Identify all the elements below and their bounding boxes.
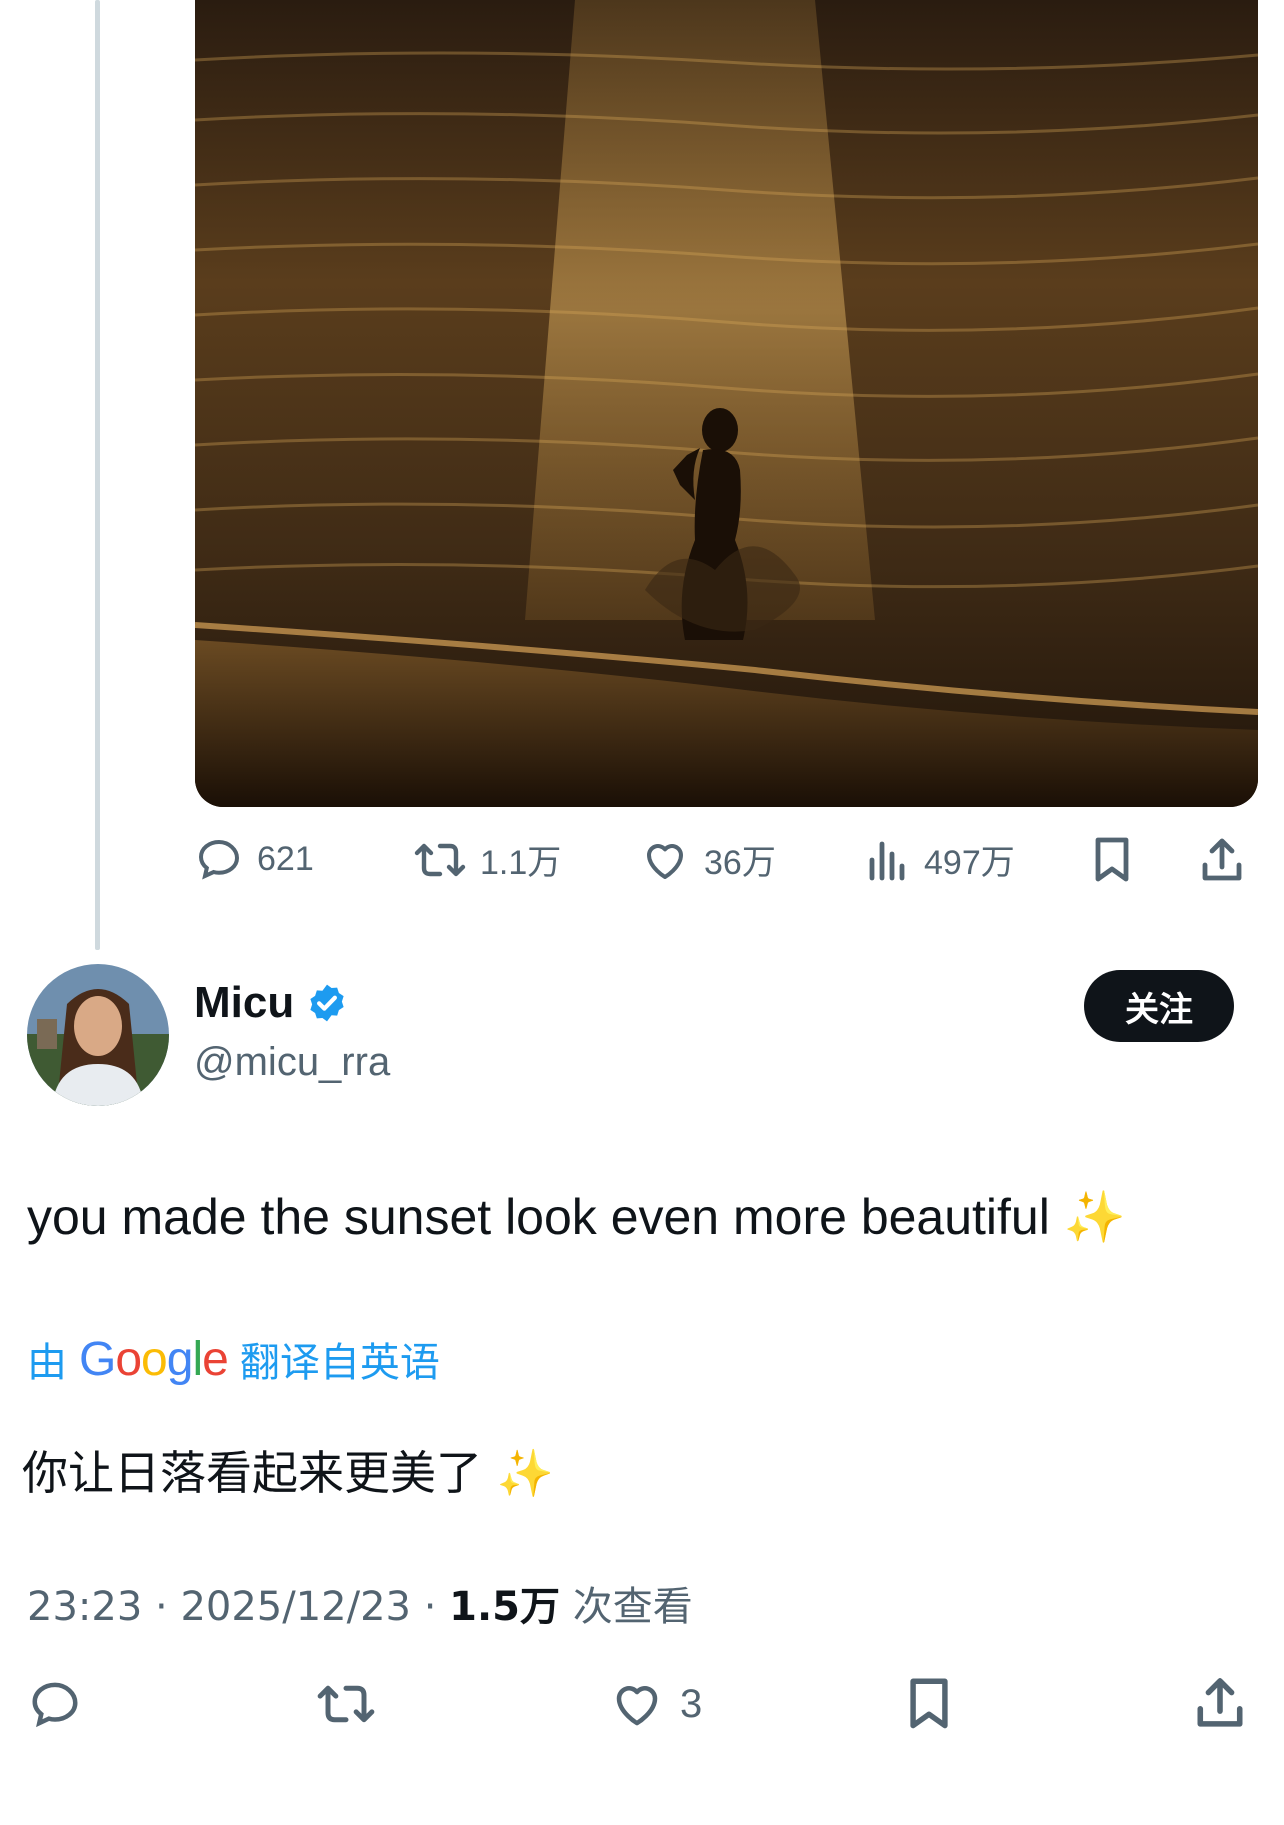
follow-button[interactable]: 关注 xyxy=(1084,970,1234,1042)
thread-connector-line xyxy=(95,0,100,950)
retweet-count: 1.1万 xyxy=(480,844,562,882)
share-icon xyxy=(1197,1678,1243,1727)
tweet-text: you made the sunset look even more beaut… xyxy=(27,1188,1126,1247)
tweet-views-count: 1.5万 xyxy=(449,1584,560,1630)
like-count: 36万 xyxy=(704,844,776,882)
bookmark-icon xyxy=(910,1678,948,1729)
avatar[interactable] xyxy=(27,964,169,1106)
tweet-text-body: you made the sunset look even more beaut… xyxy=(27,1189,1050,1245)
reply-tweet-bookmark-button[interactable] xyxy=(904,1674,954,1734)
reply-tweet-like-count: 3 xyxy=(680,1681,703,1726)
tweet-time[interactable]: 23:23 xyxy=(27,1584,142,1630)
meta-separator-2: · xyxy=(423,1584,437,1630)
reply-icon xyxy=(32,1682,78,1728)
bookmark-button[interactable] xyxy=(1090,835,1134,885)
retweet-icon xyxy=(317,1685,375,1723)
meta-separator: · xyxy=(155,1584,168,1630)
translated-text-body: 你让日落看起来更美了 xyxy=(22,1446,482,1500)
bookmark-icon xyxy=(1095,837,1129,882)
like-icon xyxy=(616,1686,658,1726)
views-count: 497万 xyxy=(924,844,1015,882)
translated-prefix: 由 xyxy=(27,1340,67,1386)
translation-attribution[interactable]: 由 Google 翻译自英语 xyxy=(27,1330,440,1388)
sparkles-icon-translated: ✨ xyxy=(496,1446,554,1500)
sparkles-icon: ✨ xyxy=(1063,1189,1127,1245)
author-display-name[interactable]: Micu xyxy=(194,978,294,1028)
reply-tweet-share-button[interactable] xyxy=(1192,1674,1248,1732)
views-button[interactable]: 497万 xyxy=(866,835,1015,884)
google-logo: Google xyxy=(79,1332,229,1386)
retweet-button[interactable]: 1.1万 xyxy=(414,835,561,884)
reply-tweet-reply-button[interactable] xyxy=(27,1677,83,1731)
translated-text: 你让日落看起来更美了 ✨ xyxy=(22,1437,554,1503)
share-button[interactable] xyxy=(1198,835,1246,885)
reply-icon xyxy=(198,839,240,880)
like-button[interactable]: 36万 xyxy=(640,835,776,884)
author-name-row: Micu xyxy=(194,978,348,1028)
views-icon xyxy=(869,841,905,880)
translated-suffix: 翻译自英语 xyxy=(239,1340,440,1386)
reply-tweet-retweet-button[interactable] xyxy=(315,1677,377,1731)
verified-badge-icon xyxy=(310,984,344,1022)
tweet-metadata: 23:23 · 2025/12/23 · 1.5万 次查看 xyxy=(27,1574,693,1632)
retweet-icon xyxy=(414,843,466,876)
tweet-photo[interactable] xyxy=(195,0,1258,807)
reply-count: 621 xyxy=(257,839,314,878)
reply-tweet-like-button[interactable]: 3 xyxy=(608,1677,702,1731)
reply-button[interactable]: 621 xyxy=(195,835,314,883)
tweet-views-label: 次查看 xyxy=(572,1584,693,1630)
like-icon xyxy=(647,843,683,879)
tweet-date[interactable]: 2025/12/23 xyxy=(180,1584,411,1630)
author-handle[interactable]: @micu_rra xyxy=(194,1040,390,1085)
share-icon xyxy=(1202,838,1242,881)
